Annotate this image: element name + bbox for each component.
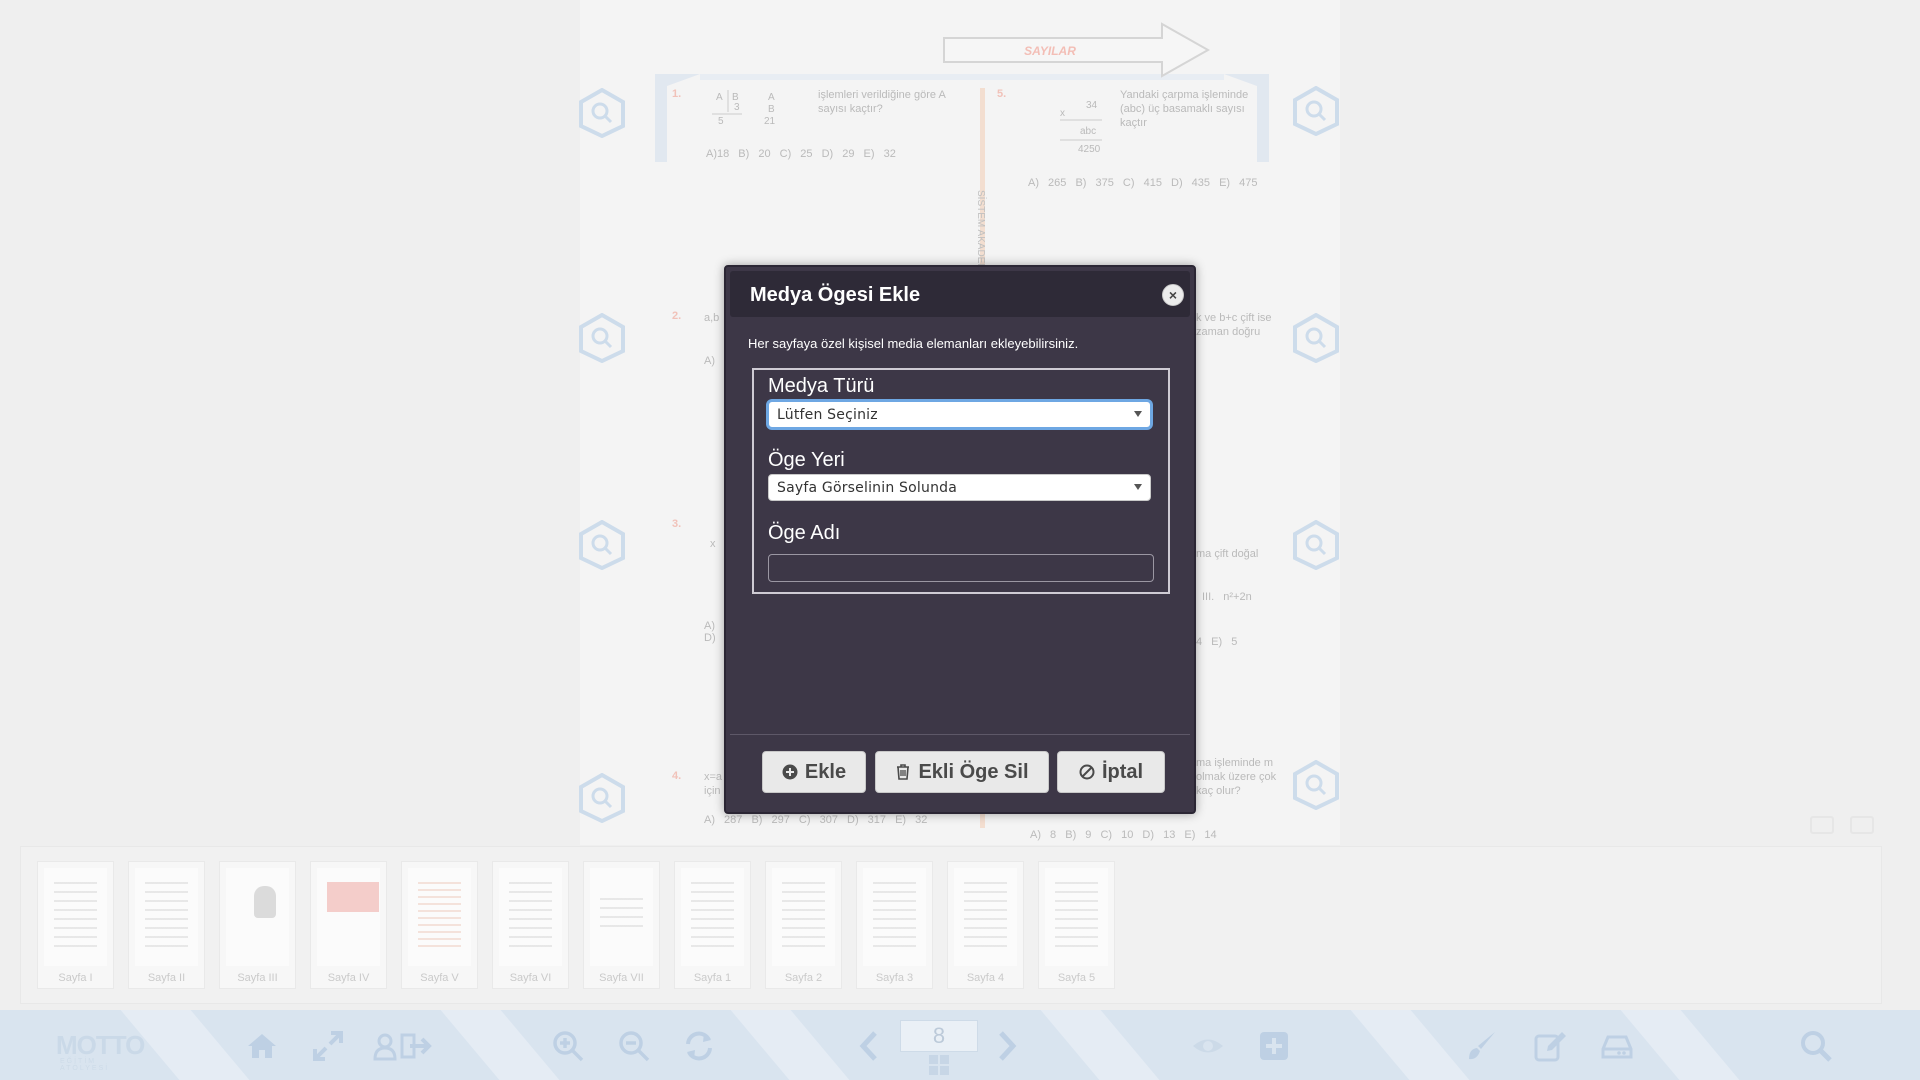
delete-item-button-label: Ekli Öge Sil bbox=[918, 760, 1029, 783]
dialog-header: Medya Ögesi Ekle × bbox=[730, 271, 1190, 317]
add-button[interactable]: Ekle bbox=[762, 751, 866, 793]
media-type-select[interactable]: Lütfen Seçiniz bbox=[768, 401, 1151, 428]
cancel-button-label: İptal bbox=[1101, 760, 1144, 783]
delete-item-button[interactable]: Ekli Öge Sil bbox=[875, 751, 1049, 793]
chevron-down-icon bbox=[1134, 411, 1142, 417]
add-media-dialog: Medya Ögesi Ekle × Her sayfaya özel kişi… bbox=[724, 265, 1196, 814]
cancel-button[interactable]: İptal bbox=[1057, 751, 1165, 793]
item-name-label: Öge Adı bbox=[768, 522, 841, 544]
media-type-label: Medya Türü bbox=[768, 375, 875, 397]
close-icon[interactable]: × bbox=[1162, 284, 1184, 306]
media-type-value: Lütfen Seçiniz bbox=[777, 407, 878, 423]
dialog-description: Her sayfaya özel kişisel media elemanlar… bbox=[748, 336, 1079, 351]
item-name-input[interactable] bbox=[768, 554, 1154, 582]
add-button-label: Ekle bbox=[804, 760, 847, 783]
location-value: Sayfa Görselinin Solunda bbox=[777, 480, 958, 496]
ban-icon bbox=[1079, 764, 1095, 780]
dialog-title: Medya Ögesi Ekle bbox=[750, 284, 921, 306]
trash-icon bbox=[897, 764, 910, 780]
media-form: Medya Türü Lütfen Seçiniz Öge Yeri Sayfa… bbox=[752, 368, 1170, 594]
plus-circle-icon bbox=[782, 764, 798, 780]
location-select[interactable]: Sayfa Görselinin Solunda bbox=[768, 474, 1151, 501]
dialog-divider bbox=[730, 734, 1190, 735]
location-label: Öge Yeri bbox=[768, 449, 845, 471]
chevron-down-icon bbox=[1134, 484, 1142, 490]
